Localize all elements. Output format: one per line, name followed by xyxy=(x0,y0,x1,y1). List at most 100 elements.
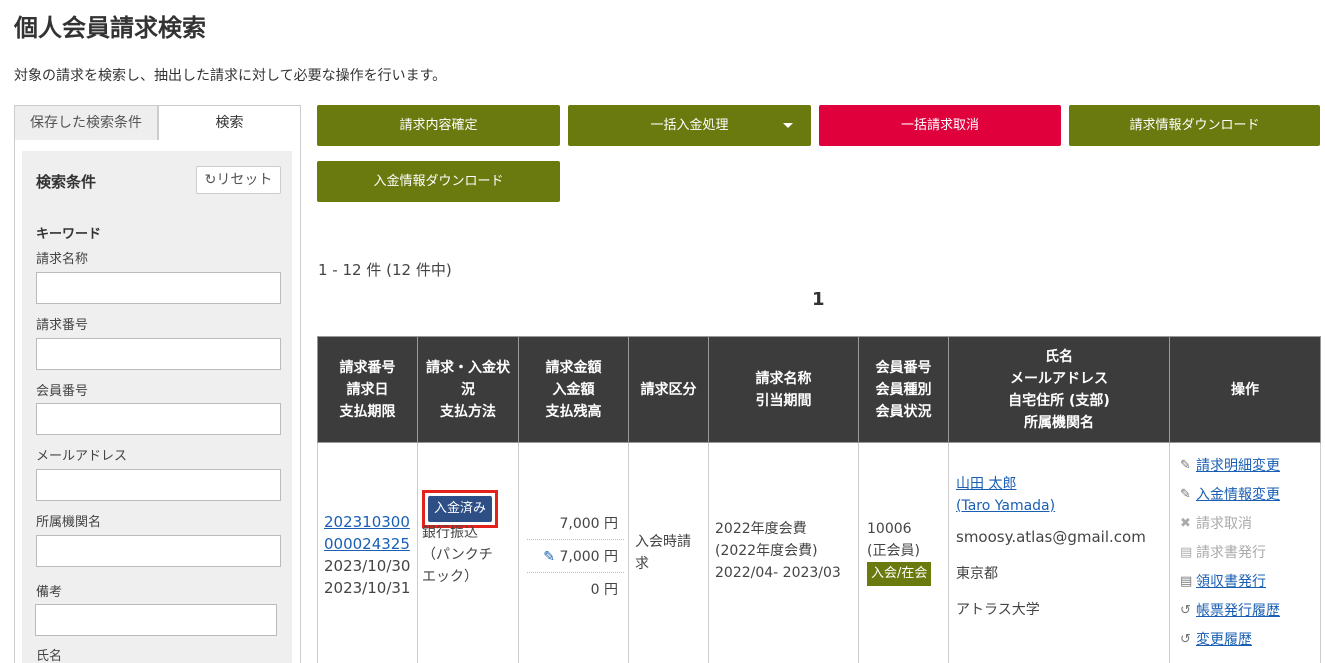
history-icon: ↺ xyxy=(1180,602,1191,618)
page-title: 個人会員請求検索 xyxy=(14,14,206,42)
member-status-badge: 入会/在会 xyxy=(867,562,932,586)
invoice-download-button[interactable]: 請求情報ダウンロード xyxy=(1069,105,1320,146)
header-line: 請求日 xyxy=(346,381,389,398)
member-number: 10006 xyxy=(867,521,912,537)
op-label[interactable]: 入金情報変更 xyxy=(1196,484,1280,504)
header-line: メールアドレス xyxy=(1010,370,1108,387)
pencil-icon: ✎ xyxy=(1180,457,1191,473)
field-label-email: メールアドレス xyxy=(36,449,128,464)
header-line: 請求・入金状 xyxy=(426,359,510,376)
header-category: 請求区分 xyxy=(628,336,709,443)
pay-method: エック） xyxy=(422,569,478,585)
reset-button[interactable]: ↻リセット xyxy=(196,166,281,194)
field-label-invoice-number: 請求番号 xyxy=(36,318,89,333)
document-icon: ▤ xyxy=(1180,573,1193,589)
cell-person: 山田 太郎 (Taro Yamada) smoosy.atlas@gmail.c… xyxy=(948,442,1170,663)
pencil-icon[interactable]: ✎ xyxy=(543,549,555,565)
person-address: 東京都 xyxy=(956,566,998,582)
payment-download-button[interactable]: 入金情報ダウンロード xyxy=(317,161,560,202)
header-line: 請求名称 xyxy=(755,370,812,387)
member-type: (正会員) xyxy=(867,543,920,559)
op-label[interactable]: 帳票発行履歴 xyxy=(1196,600,1280,620)
keyword-section-title: キーワード xyxy=(36,227,102,242)
invoice-name: 2022年度会費 xyxy=(715,521,807,537)
person-email: smoosy.atlas@gmail.com xyxy=(956,528,1146,546)
cell-operations: ✎ 請求明細変更 ✎ 入金情報変更 ✖ 請求取消 ▤ 請求書発行 ▤ 領収書発行… xyxy=(1169,442,1321,663)
invoice-amount: 7,000 円 xyxy=(527,507,624,540)
cell-member: 10006 (正会員) 入会/在会 xyxy=(858,442,949,663)
header-operations: 操作 xyxy=(1169,336,1321,443)
header-line: 会員種別 xyxy=(875,381,932,398)
invoice-date: 2023/10/30 xyxy=(324,557,411,575)
member-number-input[interactable] xyxy=(36,403,281,435)
invoice-number-input[interactable] xyxy=(36,338,281,370)
cell-amount: 7,000 円 ✎ 7,000 円 0 円 xyxy=(518,442,629,663)
reset-icon: ↻ xyxy=(204,172,217,188)
op-form-history[interactable]: ↺ 帳票発行履歴 xyxy=(1180,600,1314,620)
op-issue-receipt[interactable]: ▤ 領収書発行 xyxy=(1180,571,1314,591)
op-change-history[interactable]: ↺ 変更履歴 xyxy=(1180,629,1314,649)
header-invoice-no: 請求番号 請求日 支払期限 xyxy=(317,336,418,443)
tab-search[interactable]: 検索 xyxy=(158,105,301,141)
op-edit-invoice-detail[interactable]: ✎ 請求明細変更 xyxy=(1180,455,1314,475)
field-label-organization: 所属機関名 xyxy=(36,515,102,530)
header-line: 支払期限 xyxy=(339,403,396,420)
pay-method: 銀行振込 xyxy=(422,525,478,541)
op-cancel-invoice: ✖ 請求取消 xyxy=(1180,513,1314,533)
search-conditions-box: 検索条件 ↻リセット キーワード 請求名称 請求番号 会員番号 メールアドレス … xyxy=(22,151,292,663)
close-icon: ✖ xyxy=(1180,515,1191,531)
op-label[interactable]: 領収書発行 xyxy=(1196,571,1266,591)
op-label: 請求書発行 xyxy=(1196,545,1266,561)
organization-input[interactable] xyxy=(36,535,281,567)
person-organization: アトラス大学 xyxy=(956,602,1040,618)
op-label: 請求取消 xyxy=(1196,516,1252,532)
allocation-period: 2022/04- 2023/03 xyxy=(715,565,841,581)
confirm-invoice-button[interactable]: 請求内容確定 xyxy=(317,105,560,146)
paid-amount: 7,000 円 xyxy=(559,549,618,565)
field-label-remarks: 備考 xyxy=(36,585,63,600)
bulk-payment-dropdown[interactable]: 一括入金処理 xyxy=(568,105,811,146)
remarks-input[interactable] xyxy=(35,604,277,636)
cell-category: 入会時請求 xyxy=(628,442,709,663)
op-issue-invoice: ▤ 請求書発行 xyxy=(1180,542,1314,562)
invoice-table: 請求番号 請求日 支払期限 請求・入金状 況 支払方法 請求金額 入金額 支払残… xyxy=(317,336,1321,663)
header-line: 自宅住所 (支部) xyxy=(1008,392,1110,409)
header-line: 所属機関名 xyxy=(1024,414,1094,431)
header-invoice-name: 請求名称 引当期間 xyxy=(708,336,859,443)
cell-status: 入金済み 銀行振込 （パンクチ エック） xyxy=(417,442,519,663)
field-label-member-number: 会員番号 xyxy=(36,384,89,399)
cell-invoice-name: 2022年度会費 (2022年度会費) 2022/04- 2023/03 xyxy=(708,442,859,663)
header-line: 請求区分 xyxy=(640,381,697,398)
search-conditions-title: 検索条件 xyxy=(36,173,97,191)
header-member: 会員番号 会員種別 会員状況 xyxy=(858,336,949,443)
header-line: 請求番号 xyxy=(339,359,396,376)
table-header-row: 請求番号 請求日 支払期限 請求・入金状 況 支払方法 請求金額 入金額 支払残… xyxy=(317,336,1321,443)
caret-down-icon xyxy=(783,123,793,128)
pagination-current-page[interactable]: 1 xyxy=(812,289,825,310)
bulk-payment-label: 一括入金処理 xyxy=(650,118,729,133)
op-edit-payment[interactable]: ✎ 入金情報変更 xyxy=(1180,484,1314,504)
tab-saved-conditions[interactable]: 保存した検索条件 xyxy=(14,105,158,141)
person-name-en-link[interactable]: (Taro Yamada) xyxy=(956,495,1163,517)
header-line: 請求金額 xyxy=(545,359,602,376)
header-person: 氏名 メールアドレス 自宅住所 (支部) 所属機関名 xyxy=(948,336,1170,443)
balance-amount: 0 円 xyxy=(590,582,618,598)
email-input[interactable] xyxy=(36,469,281,501)
op-label[interactable]: 請求明細変更 xyxy=(1196,455,1280,475)
pencil-icon: ✎ xyxy=(1180,486,1191,502)
op-label[interactable]: 変更履歴 xyxy=(1196,629,1252,649)
page-description: 対象の請求を検索し、抽出した請求に対して必要な操作を行います。 xyxy=(14,68,447,84)
invoice-name-input[interactable] xyxy=(36,272,281,304)
header-line: 会員番号 xyxy=(875,359,932,376)
due-date: 2023/10/31 xyxy=(324,579,411,597)
header-line: 況 xyxy=(461,381,475,398)
invoice-number-link-cont[interactable]: 000024325 xyxy=(324,533,411,555)
invoice-name-sub: (2022年度会費) xyxy=(715,543,818,559)
person-name-link[interactable]: 山田 太郎 xyxy=(956,473,1163,495)
history-icon: ↺ xyxy=(1180,631,1191,647)
invoice-number-link[interactable]: 202310300 xyxy=(324,511,411,533)
cell-invoice-no: 202310300 000024325 2023/10/30 2023/10/3… xyxy=(317,442,418,663)
invoice-category: 入会時請求 xyxy=(635,534,691,572)
bulk-cancel-button[interactable]: 一括請求取消 xyxy=(819,105,1061,146)
header-amount: 請求金額 入金額 支払残高 xyxy=(518,336,629,443)
